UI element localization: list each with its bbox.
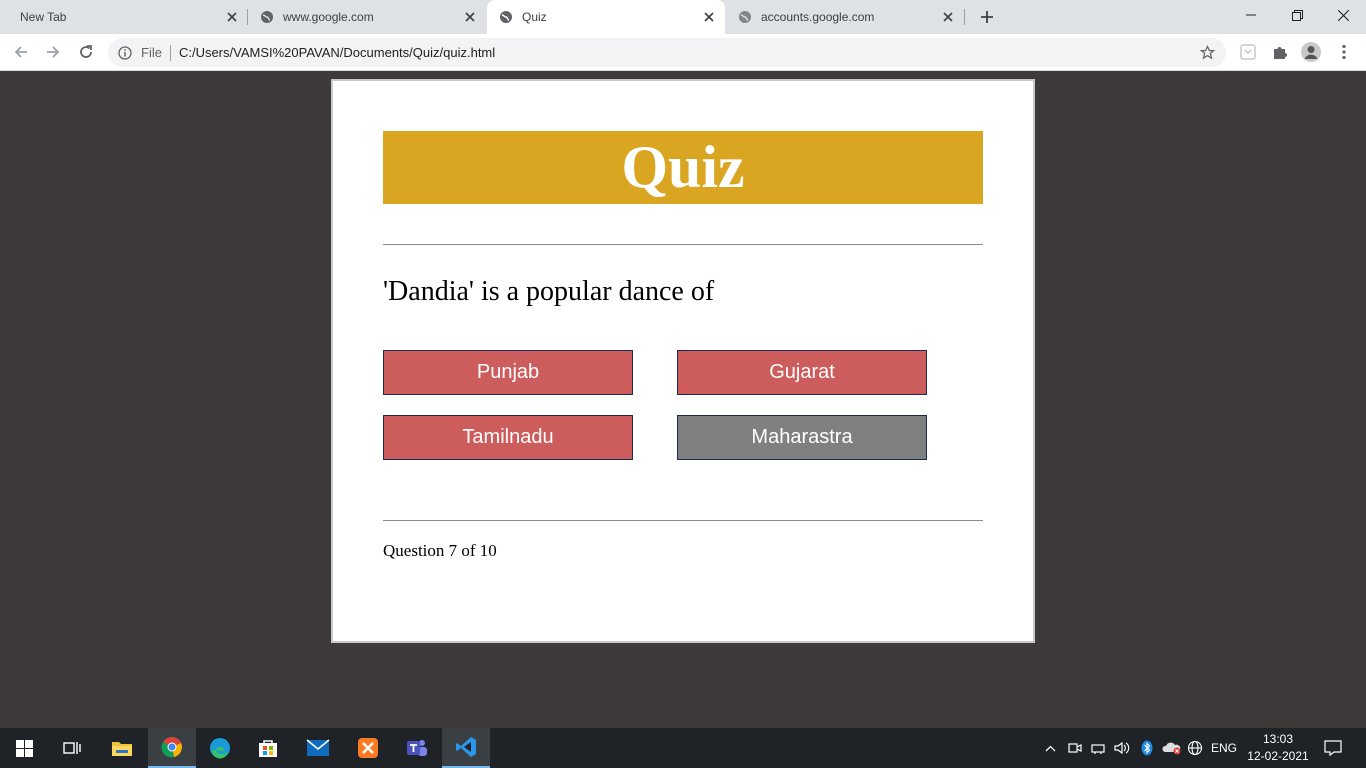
clock-time: 13:03 <box>1262 732 1294 746</box>
url-text[interactable]: C:/Users/VAMSI%20PAVAN/Documents/Quiz/qu… <box>179 45 1200 60</box>
clock-date: 12-02-2021 <box>1247 749 1309 763</box>
tab-new-tab[interactable]: New Tab <box>0 0 248 34</box>
new-tab-button[interactable] <box>976 6 998 28</box>
tab-divider <box>964 9 965 25</box>
tab-quiz[interactable]: Quiz <box>487 0 725 34</box>
answer-button-gujarat[interactable]: Gujarat <box>677 350 927 395</box>
quiz-title: Quiz <box>383 131 983 204</box>
task-view-icon[interactable] <box>48 728 96 768</box>
notification-icon[interactable] <box>1320 728 1346 768</box>
tab-strip: New Tab www.google.com Quiz accounts.goo… <box>0 0 1366 34</box>
question-text: 'Dandia' is a popular dance of <box>383 276 715 307</box>
language-indicator[interactable]: ENG <box>1208 728 1240 768</box>
restore-button[interactable] <box>1274 0 1320 30</box>
globe-network-icon[interactable] <box>1186 728 1204 768</box>
tab-google[interactable]: www.google.com <box>248 0 486 34</box>
back-button[interactable] <box>8 39 34 65</box>
taskbar: ENG 13:03 12-02-2021 <box>0 728 1366 768</box>
mail-icon[interactable] <box>294 728 342 768</box>
tab-accounts[interactable]: accounts.google.com <box>726 0 964 34</box>
onedrive-icon[interactable] <box>1161 728 1183 768</box>
clock[interactable]: 13:03 12-02-2021 <box>1244 731 1312 765</box>
teams-icon[interactable] <box>393 728 441 768</box>
edge-icon[interactable] <box>196 728 244 768</box>
extension-icon[interactable] <box>1238 42 1258 62</box>
question-progress: Question 7 of 10 <box>383 541 497 560</box>
xampp-icon[interactable] <box>344 728 392 768</box>
answer-button-maharastra[interactable]: Maharastra <box>677 415 927 460</box>
tab-title: www.google.com <box>283 10 374 24</box>
quiz-card: Quiz 'Dandia' is a popular dance of Punj… <box>331 79 1035 643</box>
meet-now-icon[interactable] <box>1066 728 1084 768</box>
browser-toolbar: File C:/Users/VAMSI%20PAVAN/Documents/Qu… <box>0 34 1366 71</box>
close-tab-icon[interactable] <box>940 9 956 25</box>
info-icon[interactable] <box>118 45 134 61</box>
divider <box>383 244 983 245</box>
network-icon[interactable] <box>1089 728 1107 768</box>
chevron-up-icon[interactable] <box>1042 728 1058 768</box>
tab-title: Quiz <box>522 10 547 24</box>
globe-icon <box>499 10 513 24</box>
answer-button-tamilnadu[interactable]: Tamilnadu <box>383 415 633 460</box>
bookmark-star-icon[interactable] <box>1200 45 1216 61</box>
tab-title: accounts.google.com <box>761 10 875 24</box>
answer-button-punjab[interactable]: Punjab <box>383 350 633 395</box>
close-tab-icon[interactable] <box>701 9 717 25</box>
store-icon[interactable] <box>244 728 292 768</box>
bluetooth-icon[interactable] <box>1138 728 1156 768</box>
tab-title: New Tab <box>20 10 67 24</box>
globe-icon <box>738 10 752 24</box>
minimize-button[interactable] <box>1228 0 1274 30</box>
close-tab-icon[interactable] <box>224 9 240 25</box>
chrome-icon[interactable] <box>148 728 196 768</box>
reload-button[interactable] <box>73 39 99 65</box>
close-tab-icon[interactable] <box>462 9 478 25</box>
volume-icon[interactable] <box>1112 728 1132 768</box>
file-explorer-icon[interactable] <box>98 728 146 768</box>
start-icon[interactable] <box>0 728 48 768</box>
vscode-icon[interactable] <box>442 728 490 768</box>
forward-button[interactable] <box>40 39 66 65</box>
scheme-label: File <box>141 45 162 60</box>
address-bar[interactable]: File C:/Users/VAMSI%20PAVAN/Documents/Qu… <box>108 38 1226 67</box>
globe-icon <box>260 10 274 24</box>
divider <box>383 520 983 521</box>
extensions-puzzle-icon[interactable] <box>1270 42 1290 62</box>
close-window-button[interactable] <box>1320 0 1366 30</box>
menu-kebab-icon[interactable] <box>1334 42 1354 62</box>
profile-avatar[interactable] <box>1301 42 1321 62</box>
address-divider <box>169 44 171 61</box>
